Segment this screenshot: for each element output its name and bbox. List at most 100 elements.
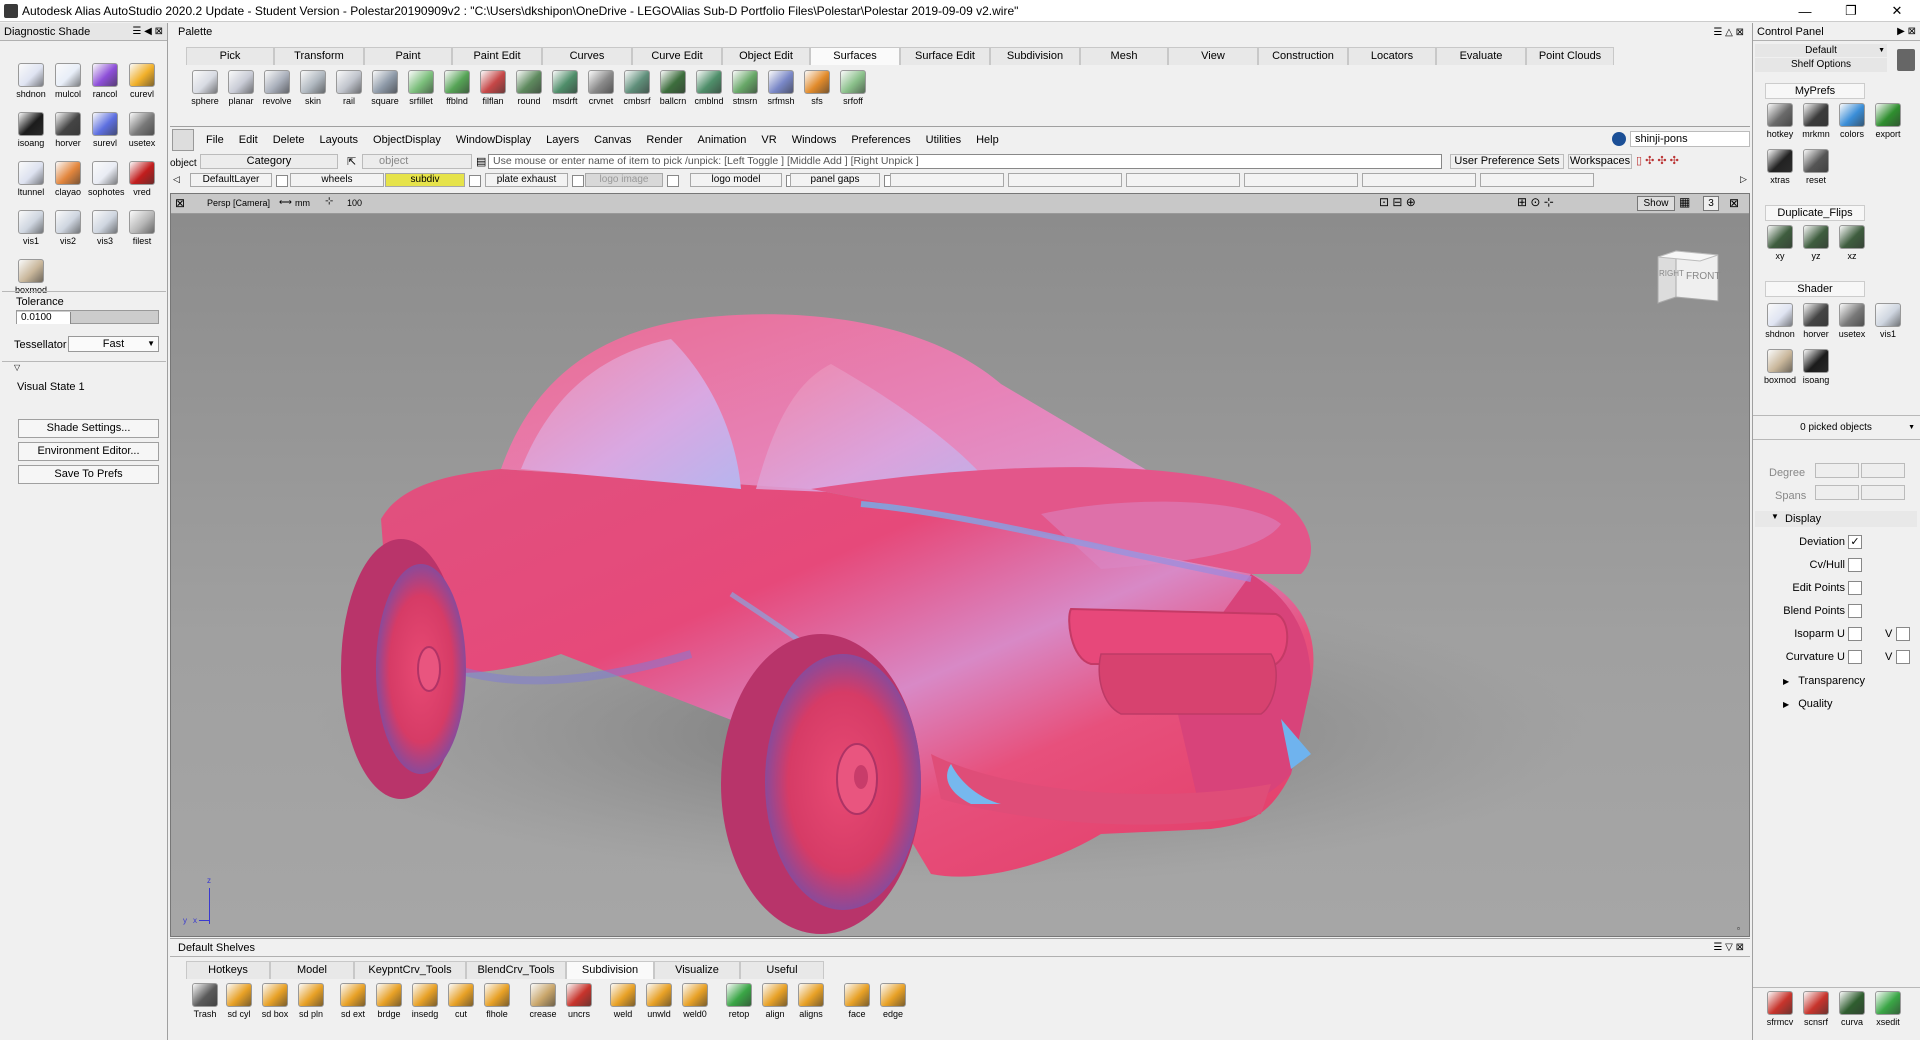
diag-rancol-button[interactable]: rancol [88, 63, 122, 99]
menu-utilities[interactable]: Utilities [926, 134, 961, 146]
palette-ffblnd-button[interactable]: ffblnd [440, 70, 474, 106]
layer-empty-slot[interactable] [1244, 173, 1358, 187]
tab-surfaces[interactable]: Surfaces [810, 47, 900, 65]
control-panel-menu-icon[interactable]: ▶ ⊠ [1897, 26, 1916, 37]
transparency-section[interactable]: ▶ Transparency [1783, 675, 1865, 687]
tab-paint[interactable]: Paint [364, 47, 452, 65]
cp-scnsrf-button[interactable]: scnsrf [1799, 991, 1833, 1027]
dup-xz-button[interactable]: xz [1835, 225, 1869, 261]
default-dropdown[interactable]: Default ▼ [1755, 44, 1887, 57]
layer-panel-gaps[interactable]: panel gaps [790, 173, 880, 187]
tab-evaluate[interactable]: Evaluate [1436, 47, 1526, 65]
shelf-trash-button[interactable]: Trash [188, 983, 222, 1019]
layer-plate-exhaust-checkbox[interactable] [572, 175, 584, 187]
collapse-icon[interactable]: ▽ [14, 363, 20, 372]
tab-subdivision[interactable]: Subdivision [990, 47, 1080, 65]
layer-empty-slot[interactable] [1480, 173, 1594, 187]
shelf-tab-model[interactable]: Model [270, 961, 354, 979]
degree-field-1[interactable] [1815, 463, 1859, 478]
tab-mesh[interactable]: Mesh [1080, 47, 1168, 65]
shelf-retop-button[interactable]: retop [722, 983, 756, 1019]
shelf-flhole-button[interactable]: flhole [480, 983, 514, 1019]
viewcube-front-label[interactable]: FRONT [1686, 271, 1720, 282]
quality-section[interactable]: ▶ Quality [1783, 698, 1832, 710]
shelf-crease-button[interactable]: crease [526, 983, 560, 1019]
prompt-input[interactable]: Use mouse or enter name of item to pick … [488, 154, 1442, 169]
diag-vis3-button[interactable]: vis3 [88, 210, 122, 246]
car-model[interactable] [171, 214, 1749, 936]
curvature-v-checkbox[interactable] [1896, 650, 1910, 664]
palette-msdrft-button[interactable]: msdrft [548, 70, 582, 106]
shelf-brdge-button[interactable]: brdge [372, 983, 406, 1019]
tab-view[interactable]: View [1168, 47, 1258, 65]
palette-planar-button[interactable]: planar [224, 70, 258, 106]
diag-vred-button[interactable]: vred [125, 161, 159, 197]
tab-locators[interactable]: Locators [1348, 47, 1436, 65]
palette-cmblnd-button[interactable]: cmblnd [692, 70, 726, 106]
pick-cursor-icon[interactable]: ⇱ [347, 155, 356, 168]
diag-ltunnel-button[interactable]: ltunnel [14, 161, 48, 197]
tab-curves[interactable]: Curves [542, 47, 632, 65]
palette-crvnet-button[interactable]: crvnet [584, 70, 618, 106]
layer-subdiv-checkbox[interactable] [469, 175, 481, 187]
layer-empty-slot[interactable] [1126, 173, 1240, 187]
shader-isoang-button[interactable]: isoang [1799, 349, 1833, 385]
shelf-tab-hotkeys[interactable]: Hotkeys [186, 961, 270, 979]
palette-srfmsh-button[interactable]: srfmsh [764, 70, 798, 106]
palette-sphere-button[interactable]: sphere [188, 70, 222, 106]
cp-curva-button[interactable]: curva [1835, 991, 1869, 1027]
save-to-prefs-button[interactable]: Save To Prefs [18, 465, 159, 484]
diag-clayao-button[interactable]: clayao [51, 161, 85, 197]
shelf-unwld-button[interactable]: unwld [642, 983, 676, 1019]
shader-horver-button[interactable]: horver [1799, 303, 1833, 339]
myprefs-colors-button[interactable]: colors [1835, 103, 1869, 139]
palette-round-button[interactable]: round [512, 70, 546, 106]
menu-windows[interactable]: Windows [792, 134, 837, 146]
shelf-insedg-button[interactable]: insedg [408, 983, 442, 1019]
display-section[interactable]: ▼ Display [1755, 511, 1917, 527]
palette-rail-button[interactable]: rail [332, 70, 366, 106]
view-cube[interactable]: RIGHT FRONT [1656, 249, 1722, 307]
tab-surface-edit[interactable]: Surface Edit [900, 47, 990, 65]
shelf-uncrs-button[interactable]: uncrs [562, 983, 596, 1019]
dup-yz-button[interactable]: yz [1799, 225, 1833, 261]
diag-mulcol-button[interactable]: mulcol [51, 63, 85, 99]
tab-object-edit[interactable]: Object Edit [722, 47, 810, 65]
show-button[interactable]: Show [1637, 196, 1675, 211]
palette-filflan-button[interactable]: filflan [476, 70, 510, 106]
tolerance-value[interactable]: 0.0100 [17, 312, 71, 324]
shelf-tab-blendcrv-tools[interactable]: BlendCrv_Tools [466, 961, 566, 979]
layer-scroll-right-icon[interactable]: ▷ [1740, 174, 1747, 185]
camera-tools-icon[interactable]: ⊞ ⊙ ⊹ [1517, 195, 1554, 209]
menu-preferences[interactable]: Preferences [851, 134, 910, 146]
shelf-tab-useful[interactable]: Useful [740, 961, 824, 979]
tessellator-select[interactable]: Fast ▼ [68, 336, 159, 352]
myprefs-xtras-button[interactable]: xtras [1763, 149, 1797, 185]
palette-ballcrn-button[interactable]: ballcrn [656, 70, 690, 106]
isoparm-u-checkbox[interactable] [1848, 627, 1862, 641]
tolerance-field[interactable]: 0.0100 [16, 310, 159, 324]
tab-construction[interactable]: Construction [1258, 47, 1348, 65]
menu-file[interactable]: File [206, 134, 224, 146]
myprefs-export-button[interactable]: export [1871, 103, 1905, 139]
layer-logo-model[interactable]: logo model [690, 173, 782, 187]
layer-empty-slot[interactable] [890, 173, 1004, 187]
menu-animation[interactable]: Animation [698, 134, 747, 146]
layer-defaultlayer[interactable]: DefaultLayer [190, 173, 272, 187]
shelf-tab-visualize[interactable]: Visualize [654, 961, 740, 979]
view-tools-icon[interactable]: ⊡ ⊟ ⊕ [1379, 195, 1416, 209]
layer-wheels[interactable]: wheels [290, 173, 384, 187]
shader-boxmod-button[interactable]: boxmod [1763, 349, 1797, 385]
tab-paint-edit[interactable]: Paint Edit [452, 47, 542, 65]
user-preference-sets-button[interactable]: User Preference Sets [1450, 154, 1564, 169]
diag-curevl-button[interactable]: curevl [125, 63, 159, 99]
degree-field-2[interactable] [1861, 463, 1905, 478]
shader-header[interactable]: Shader [1765, 281, 1865, 297]
palette-srfillet-button[interactable]: srfillet [404, 70, 438, 106]
shelf-sd-ext-button[interactable]: sd ext [336, 983, 370, 1019]
tab-transform[interactable]: Transform [274, 47, 364, 65]
minimize-button[interactable]: — [1782, 0, 1828, 22]
workspace-tools-icon[interactable]: ▯ ✣ ✣ ✣ [1636, 154, 1679, 167]
menu-objectdisplay[interactable]: ObjectDisplay [373, 134, 441, 146]
viewport[interactable]: ⊠ Persp [Camera] ⟷ mm ⊹ 100 ⊡ ⊟ ⊕ ⊞ ⊙ ⊹ … [170, 193, 1750, 937]
